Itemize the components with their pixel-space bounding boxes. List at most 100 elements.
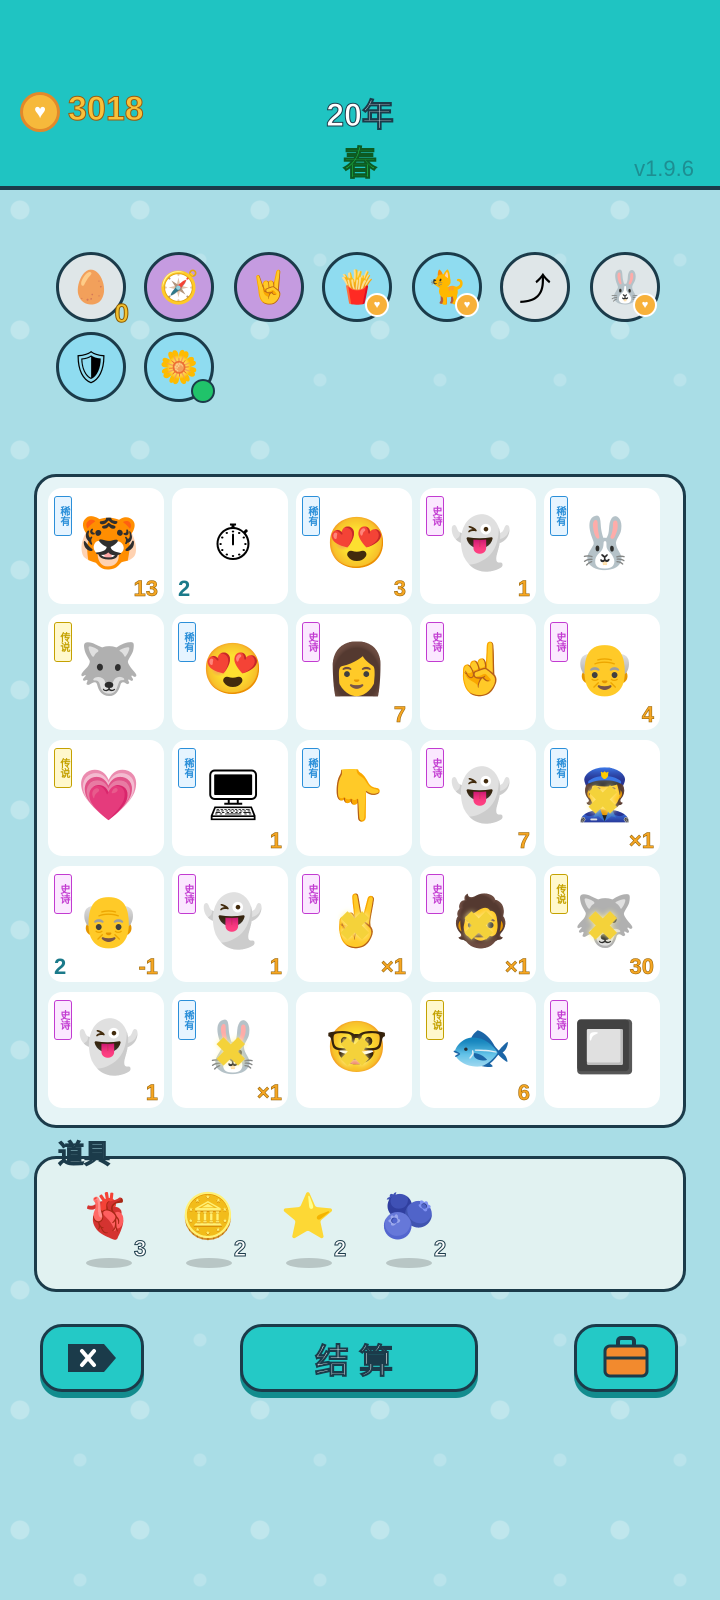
compass-icon: 🧭 <box>159 269 199 305</box>
items-label: 道具 <box>57 1139 111 1170</box>
board-cell[interactable]: 史诗 👻 1 <box>172 866 288 982</box>
board-cell[interactable]: 传说 🐺 ✖ 30 <box>544 866 660 982</box>
board-cell[interactable]: 稀有 👮 ✖ ×1 <box>544 740 660 856</box>
board-cell[interactable]: 稀有 🐰 ✖ ×1 <box>172 992 288 1108</box>
cross-mark-icon: ✖ <box>462 905 496 949</box>
relic-rock-hand[interactable]: 🤘 <box>234 252 304 322</box>
tiger-icon: 🐯 <box>77 514 141 571</box>
season-label: 春 <box>343 145 378 184</box>
relic-compass[interactable]: 🧭 <box>144 252 214 322</box>
board-cell[interactable]: 史诗 👩 7 <box>296 614 412 730</box>
board-cell[interactable]: 🤓 ✖ <box>296 992 412 1108</box>
grandpa-icon: 👴 <box>77 892 141 949</box>
relic-badge: 0 <box>114 298 130 329</box>
liver-icon: 🫀 <box>80 1192 136 1241</box>
board-cell[interactable]: 稀有 🐯 13 <box>48 488 164 604</box>
version-label: v1.9.6 <box>634 156 694 181</box>
cell-count: ×1 <box>380 954 407 980</box>
board-cell[interactable]: 史诗 👴 -1 2 <box>48 866 164 982</box>
old-man-icon: 👴 <box>573 640 637 697</box>
server-icon: 🖥 <box>201 766 265 823</box>
briefcase-icon <box>603 1336 649 1378</box>
relic-cat[interactable]: 🐈 ♥ <box>412 252 482 322</box>
settle-label: 结算 <box>315 1342 403 1381</box>
item-qty: 2 <box>233 1236 247 1262</box>
cell-counter-left: 2 <box>54 954 67 979</box>
egg-carton-icon: 🥚 <box>71 269 111 305</box>
board-cell[interactable]: 稀有 👇 <box>296 740 412 856</box>
relic-rabbit[interactable]: 🐰 ♥ <box>590 252 660 322</box>
rock-hand-icon: 🤘 <box>249 269 289 305</box>
rabbit-drum-icon: 🐰 <box>573 514 637 571</box>
cell-count: 13 <box>133 576 158 602</box>
item-blueberry[interactable]: 🫐 2 <box>378 1186 458 1276</box>
cell-count: ×1 <box>504 954 531 980</box>
board-cell[interactable]: 传说 🐟 6 <box>420 992 536 1108</box>
cell-counter-left: 2 <box>178 576 191 601</box>
board-cell[interactable]: 稀有 😍 3 <box>296 488 412 604</box>
board-cell[interactable]: 稀有 🐰 <box>544 488 660 604</box>
board-cell[interactable]: 史诗 👴 4 <box>544 614 660 730</box>
board-cell[interactable]: 史诗 👻 1 <box>48 992 164 1108</box>
item-star[interactable]: ⭐ 2 <box>278 1186 358 1276</box>
husky-king-icon: 🐺 <box>77 640 141 697</box>
love-ghost-icon: 👻 <box>449 514 513 571</box>
heart-badge-icon: ♥ <box>455 293 479 317</box>
top-bar: ♥ 3018 20年 春 v1.9.6 <box>0 0 720 190</box>
cross-mark-icon: ✖ <box>586 779 620 823</box>
item-qty: 2 <box>333 1236 347 1262</box>
cell-count: 7 <box>393 702 406 728</box>
cell-count: 3 <box>393 576 406 602</box>
shield-wrench-icon: 🛡 <box>70 349 112 385</box>
remove-button[interactable] <box>40 1324 144 1392</box>
cross-mark-icon: ✖ <box>338 1031 372 1075</box>
board-cell[interactable]: 史诗 🔲 <box>544 992 660 1108</box>
brown-hand-icon: 👇 <box>325 766 389 823</box>
board-cell[interactable]: 传说 🐺 <box>48 614 164 730</box>
cell-count: 1 <box>517 576 530 602</box>
cell-count: ×1 <box>256 1080 283 1106</box>
item-dollar-coin[interactable]: 🪙 2 <box>178 1186 258 1276</box>
inventory-button[interactable] <box>574 1324 678 1392</box>
delete-icon <box>68 1344 116 1372</box>
heart-badge-icon: ♥ <box>633 293 657 317</box>
board-cell[interactable]: 史诗 👻 7 <box>420 740 536 856</box>
ghost-icon: 👻 <box>201 892 265 949</box>
board-cell[interactable]: 史诗 👻 1 <box>420 488 536 604</box>
girl-icon: 👩 <box>325 640 389 697</box>
dollar-coin-icon: 🪙 <box>180 1192 236 1241</box>
relic-potted-flower[interactable]: 🌼 <box>144 332 215 403</box>
star-icon: ⭐ <box>280 1192 336 1241</box>
board-cell[interactable]: 史诗 🧔 ✖ ×1 <box>420 866 536 982</box>
blueberry-icon: 🫐 <box>380 1192 436 1241</box>
item-liver[interactable]: 🫀 3 <box>78 1186 158 1276</box>
ghost-icon: 👻 <box>449 766 513 823</box>
cell-count: 1 <box>269 828 282 854</box>
board-cell[interactable]: ⏱ 2 <box>172 488 288 604</box>
heart-badge-icon: ♥ <box>365 293 389 317</box>
board-cell[interactable]: 史诗 ☝ <box>420 614 536 730</box>
cell-count: 6 <box>517 1080 530 1106</box>
new-dot-icon <box>191 379 215 403</box>
relic-egg-carton[interactable]: 🥚 0 <box>56 252 130 329</box>
cell-count: ×1 <box>628 828 655 854</box>
board-cell[interactable]: 传说 💗 <box>48 740 164 856</box>
koi-fish-icon: 🐟 <box>449 1018 513 1075</box>
relic-fries[interactable]: 🍟 ♥ <box>322 252 392 322</box>
item-qty: 2 <box>433 1236 447 1262</box>
arrow-card-icon: ⤴ <box>518 271 551 307</box>
stopwatch-card-icon: ⏱ <box>213 514 253 571</box>
board-cell[interactable]: 稀有 😍 <box>172 614 288 730</box>
relic-arrow-card[interactable]: ⤴ <box>500 252 570 322</box>
potted-flower-icon: 🌼 <box>159 349 199 385</box>
cell-count: 4 <box>641 702 654 728</box>
settle-button[interactable]: 结算 <box>240 1324 478 1392</box>
relic-shield-wrench[interactable]: 🛡 <box>56 332 126 402</box>
ghost-icon: 👻 <box>77 1018 141 1075</box>
cell-count: 30 <box>629 954 654 980</box>
board-cell[interactable]: 稀有 🖥 1 <box>172 740 288 856</box>
cell-count: 7 <box>517 828 530 854</box>
board-cell[interactable]: 史诗 ✌ ✖ ×1 <box>296 866 412 982</box>
grey-hand-icon: ☝ <box>449 640 513 697</box>
cross-mark-icon: ✖ <box>586 905 620 949</box>
